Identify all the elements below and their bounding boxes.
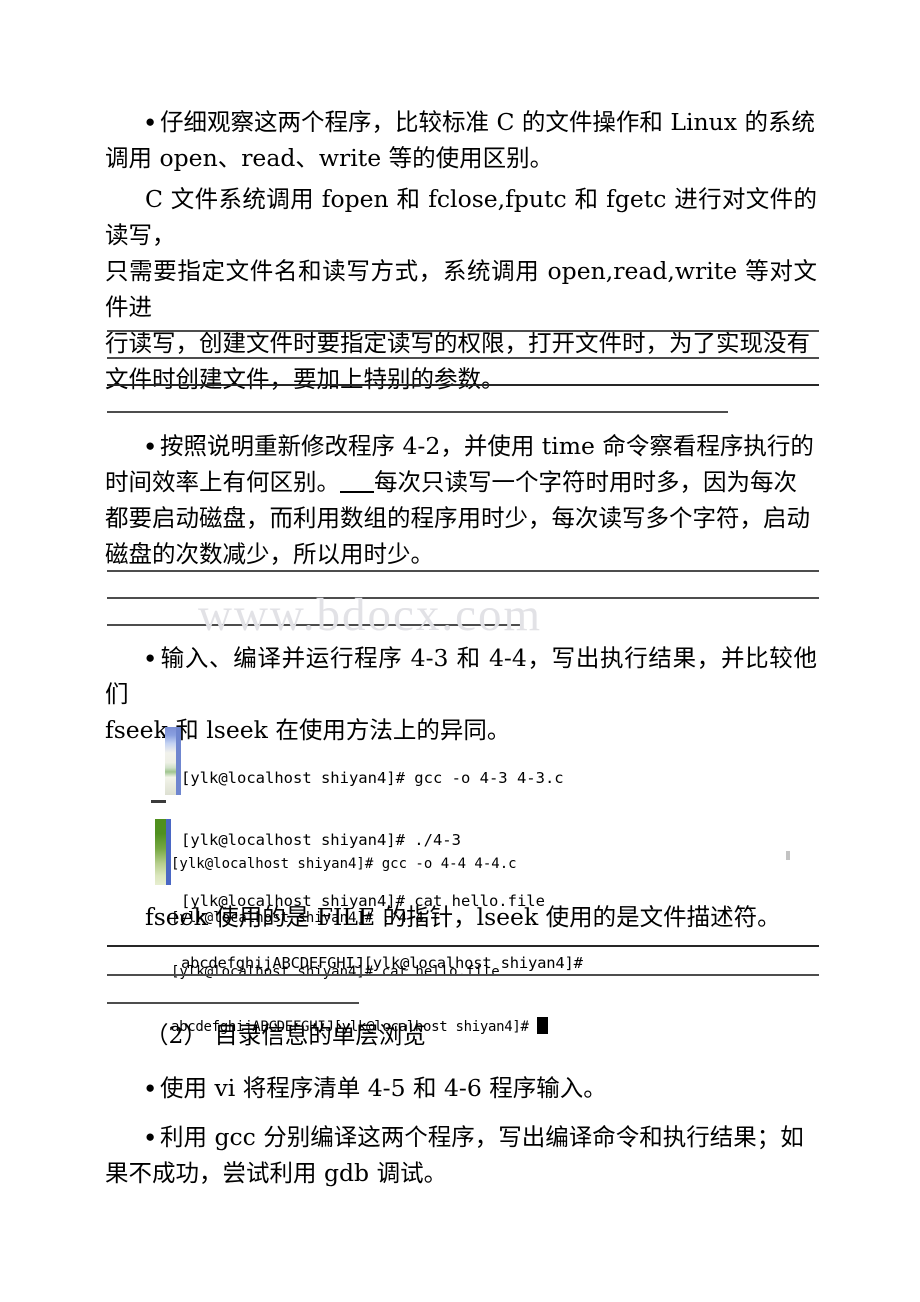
blank-rule [107, 357, 819, 359]
blank-rule [107, 330, 819, 332]
inline-blank-underline [340, 491, 374, 493]
scan-artifact-speck [786, 851, 790, 860]
bullet-icon: ● [145, 112, 156, 131]
paragraph-gcc-compile: ● 利用 gcc 分别编译这两个程序，写出编译命令和执行结果；如 果不成功，尝试利… [105, 1119, 817, 1192]
section-heading-directory-browse: （2） 目录信息的单层浏览 [105, 1018, 817, 1054]
paragraph-line-2b: 每次只读写一个字符时用时多，因为每次 [374, 468, 797, 496]
paragraph-line-1: 仔细观察这两个程序，比较标准 C 的文件操作和 Linux 的系统 [160, 108, 816, 136]
paragraph-line-1: fseek 使用的是 FILE 的指针，lseek 使用的是文件描述符。 [145, 903, 781, 931]
paragraph-line-4: 文件时创建文件，要加上特别的参数。 [105, 365, 505, 393]
bullet-icon: ● [145, 1127, 156, 1146]
paragraph-line-1: 按照说明重新修改程序 4-2，并使用 time 命令察看程序执行的 [160, 432, 814, 460]
blank-rule-partial [107, 411, 728, 413]
terminal-left-bar [155, 819, 166, 885]
paragraph-line-1: 输入、编译并运行程序 4-3 和 4-4，写出执行结果，并比较他们 [105, 644, 817, 708]
paragraph-line-2: 只需要指定文件名和读写方式，系统调用 open,read,write 等对文件进 [105, 257, 817, 321]
terminal-screenshot-2: [ylk@localhost shiyan4]# gcc -o 4-4 4-4.… [155, 819, 575, 1035]
blank-rule [107, 974, 819, 976]
document-page: www.bdocx.com ● 仔细观察这两个程序，比较标准 C 的文件操作和 L… [0, 0, 920, 1302]
blank-rule [107, 945, 819, 947]
terminal-screenshot-1: [ylk@localhost shiyan4]# gcc -o 4-3 4-3.… [165, 727, 585, 972]
blank-rule [107, 384, 819, 386]
terminal-line: [ylk@localhost shiyan4]# gcc -o 4-4 4-4.… [171, 856, 517, 872]
blank-rule-partial [107, 1002, 359, 1004]
bullet-icon: ● [145, 1078, 156, 1097]
terminal-left-bar [165, 727, 176, 795]
blank-rule-partial [107, 624, 520, 626]
blank-rule [107, 570, 819, 572]
blank-rule [107, 597, 819, 599]
paragraph-compare-programs: ● 仔细观察这两个程序，比较标准 C 的文件操作和 Linux 的系统 调用 op… [105, 104, 817, 177]
terminal-line: [ylk@localhost shiyan4]# gcc -o 4-3 4-3.… [181, 769, 564, 787]
paragraph-line-2a: 时间效率上有何区别。 [105, 468, 340, 496]
paragraph-c-filesystem: C 文件系统调用 fopen 和 fclose,fputc 和 fgetc 进行… [105, 182, 817, 398]
paragraph-line-3: 都要启动磁盘，而利用数组的程序用时少，每次读写多个字符，启动 [105, 504, 810, 532]
paragraph-line-1: 利用 gcc 分别编译这两个程序，写出编译命令和执行结果；如 [160, 1123, 804, 1151]
bullet-icon: ● [145, 648, 156, 667]
terminal-line: [ylk@localhost shiyan4]# cat hello.file [171, 964, 500, 980]
paragraph-fseek-lseek-answer: fseek 使用的是 FILE 的指针，lseek 使用的是文件描述符。 [105, 900, 817, 936]
paragraph-time-command: ● 按照说明重新修改程序 4-2，并使用 time 命令察看程序执行的 时间效率上… [105, 428, 817, 573]
paragraph-line-1: C 文件系统调用 fopen 和 fclose,fputc 和 fgetc 进行… [105, 185, 817, 249]
paragraph-line-2: 果不成功，尝试利用 gdb 调试。 [105, 1159, 448, 1187]
paragraph-line-1: 使用 vi 将程序清单 4-5 和 4-6 程序输入。 [160, 1074, 607, 1102]
scan-artifact-dash [151, 800, 166, 803]
section-heading-text: （2） 目录信息的单层浏览 [145, 1021, 426, 1049]
bullet-icon: ● [145, 436, 156, 455]
paragraph-line-3: 行读写，创建文件时要指定读写的权限，打开文件时，为了实现没有 [105, 329, 810, 357]
paragraph-vi-input: ● 使用 vi 将程序清单 4-5 和 4-6 程序输入。 [105, 1070, 817, 1107]
paragraph-line-2: 调用 open、read、write 等的使用区别。 [105, 144, 554, 172]
paragraph-line-4: 磁盘的次数减少，所以用时少。 [105, 540, 434, 568]
